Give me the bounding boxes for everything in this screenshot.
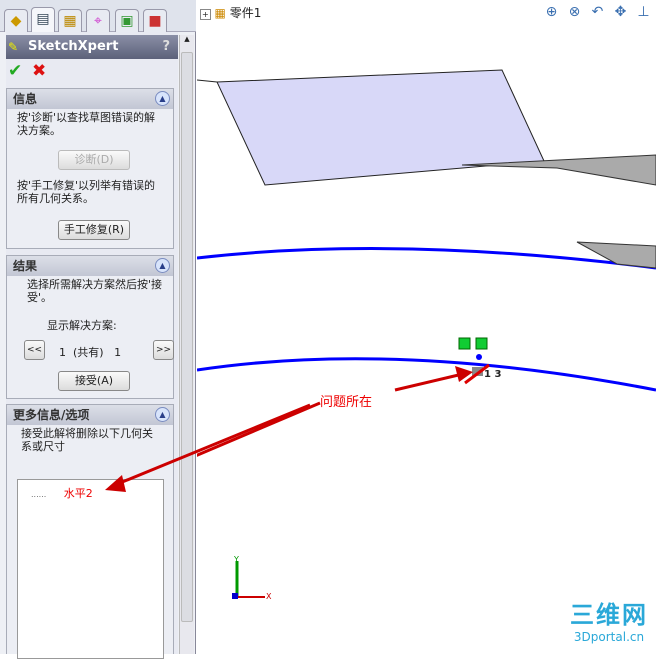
results-header: 结果 bbox=[13, 259, 38, 273]
relation-icon[interactable] bbox=[458, 337, 471, 350]
feature-tree-root[interactable]: + ▦ 零件1 bbox=[200, 4, 261, 21]
relation-icon[interactable] bbox=[475, 337, 488, 350]
expand-icon[interactable]: + bbox=[200, 9, 211, 20]
axis-y-label: Y bbox=[234, 555, 239, 564]
accept-button[interactable]: 接受(A) bbox=[58, 371, 130, 391]
display-manager-tab[interactable]: ▣ bbox=[115, 9, 139, 32]
zoom-to-area-icon[interactable]: ⊗ bbox=[566, 4, 583, 21]
feature-manager-tab[interactable]: ◆ bbox=[4, 9, 28, 32]
more-info-group: 更多信息/选项 ▲ 接受此解将删除以下几何关系或尺寸 ...... 水平2 bbox=[6, 404, 174, 659]
info-group: 信息 ▲ 按'诊断'以查找草图错误的解决方案。 诊断(D) 按'手工修复'以列举有… bbox=[6, 88, 174, 249]
info-text-1: 按'诊断'以查找草图错误的解决方案。 bbox=[17, 111, 156, 137]
normal-to-icon[interactable]: ⊥ bbox=[635, 4, 652, 21]
feature-icon: ◆ bbox=[10, 13, 22, 29]
collapse-icon[interactable]: ▲ bbox=[155, 258, 170, 273]
display-icon: ▣ bbox=[120, 13, 134, 29]
of-label: (共有) bbox=[73, 346, 104, 359]
total-solutions: 1 bbox=[114, 346, 122, 359]
left-panel: ◆ ▤ ▦ ⌖ ▣ ■ ✎ SketchXpert ? ✔ ✖ 信息 ▲ 按'诊断… bbox=[0, 0, 196, 659]
panel-scrollbar[interactable]: ▲ bbox=[179, 35, 194, 654]
pan-icon[interactable]: ✥ bbox=[612, 4, 629, 21]
sketch-arc-1 bbox=[197, 247, 656, 270]
relations-list[interactable]: ...... 水平2 bbox=[17, 479, 164, 659]
previous-solution-button[interactable]: << bbox=[24, 340, 45, 360]
help-button[interactable]: ? bbox=[162, 35, 170, 59]
problem-annotation: 问题所在 bbox=[320, 395, 373, 410]
annotation-arrow-1 bbox=[394, 371, 468, 392]
part-name[interactable]: 零件1 bbox=[230, 6, 262, 20]
previous-view-icon[interactable]: ↶ bbox=[589, 4, 606, 21]
scrollbar-thumb[interactable] bbox=[181, 52, 193, 622]
graphics-viewport[interactable]: + ▦ 零件1 ⊕ ⊗ ↶ ✥ ⊥ 问题所在 1 3 Y X 三维网 3Dpor… bbox=[105, 0, 656, 654]
panel-title-text: SketchXpert bbox=[28, 39, 119, 54]
more-info-text: 接受此解将删除以下几何关系或尺寸 bbox=[21, 427, 153, 453]
panel-title: ✎ SketchXpert ? bbox=[6, 35, 178, 59]
cancel-x-icon[interactable]: ✖ bbox=[32, 61, 46, 81]
collapse-icon[interactable]: ▲ bbox=[155, 91, 170, 106]
manual-repair-button[interactable]: 手工修复(R) bbox=[58, 220, 130, 240]
show-solutions-label: 显示解决方案: bbox=[47, 319, 117, 332]
part-icon: ▦ bbox=[214, 6, 226, 20]
property-manager: ✎ SketchXpert ? ✔ ✖ 信息 ▲ 按'诊断'以查找草图错误的解决方… bbox=[6, 32, 178, 659]
dimxpert-tab[interactable]: ⌖ bbox=[86, 9, 110, 32]
sketchxpert-icon: ✎ bbox=[8, 40, 19, 54]
next-solution-button[interactable]: >> bbox=[153, 340, 174, 360]
configuration-icon: ▦ bbox=[63, 13, 77, 29]
diagnose-button[interactable]: 诊断(D) bbox=[58, 150, 130, 170]
collapse-icon[interactable]: ▲ bbox=[155, 407, 170, 422]
property-manager-tab[interactable]: ▤ bbox=[31, 7, 55, 33]
info-text-2: 按'手工修复'以列举有错误的所有几何关系。 bbox=[17, 179, 156, 205]
view-toolbar: ⊕ ⊗ ↶ ✥ ⊥ bbox=[543, 4, 652, 21]
results-group: 结果 ▲ 选择所需解决方案然后按'接受'。 显示解决方案: << 1 (共有) 1… bbox=[6, 255, 174, 399]
tree-connector: ...... bbox=[31, 490, 47, 499]
list-item[interactable]: ...... 水平2 bbox=[18, 480, 163, 501]
scroll-up-icon[interactable]: ▲ bbox=[180, 35, 194, 43]
zoom-to-fit-icon[interactable]: ⊕ bbox=[543, 4, 560, 21]
solution-counter: 1 (共有) 1 bbox=[59, 344, 121, 360]
sketch-canvas bbox=[197, 69, 656, 599]
watermark-logo: 三维网 3Dportal.cn bbox=[570, 601, 648, 644]
dimension-label[interactable]: 1 3 bbox=[484, 369, 501, 380]
results-text: 选择所需解决方案然后按'接受'。 bbox=[27, 278, 163, 304]
info-header: 信息 bbox=[13, 92, 38, 106]
manager-tabs: ◆ ▤ ▦ ⌖ ▣ ■ bbox=[0, 0, 196, 33]
more-info-header: 更多信息/选项 bbox=[13, 408, 90, 422]
cam-tab[interactable]: ■ bbox=[143, 9, 167, 32]
axis-x-label: X bbox=[266, 592, 272, 601]
plane-face bbox=[216, 69, 545, 186]
property-icon: ▤ bbox=[36, 11, 50, 27]
ok-check-icon[interactable]: ✔ bbox=[8, 61, 22, 81]
current-solution: 1 bbox=[59, 346, 66, 359]
annotation-arrow-2 bbox=[197, 401, 321, 457]
sketch-arc-2 bbox=[197, 357, 656, 392]
relation-label: 水平2 bbox=[63, 487, 93, 500]
configuration-manager-tab[interactable]: ▦ bbox=[58, 9, 82, 32]
crosshair-icon: ⌖ bbox=[94, 13, 102, 29]
cam-icon: ■ bbox=[148, 13, 162, 29]
